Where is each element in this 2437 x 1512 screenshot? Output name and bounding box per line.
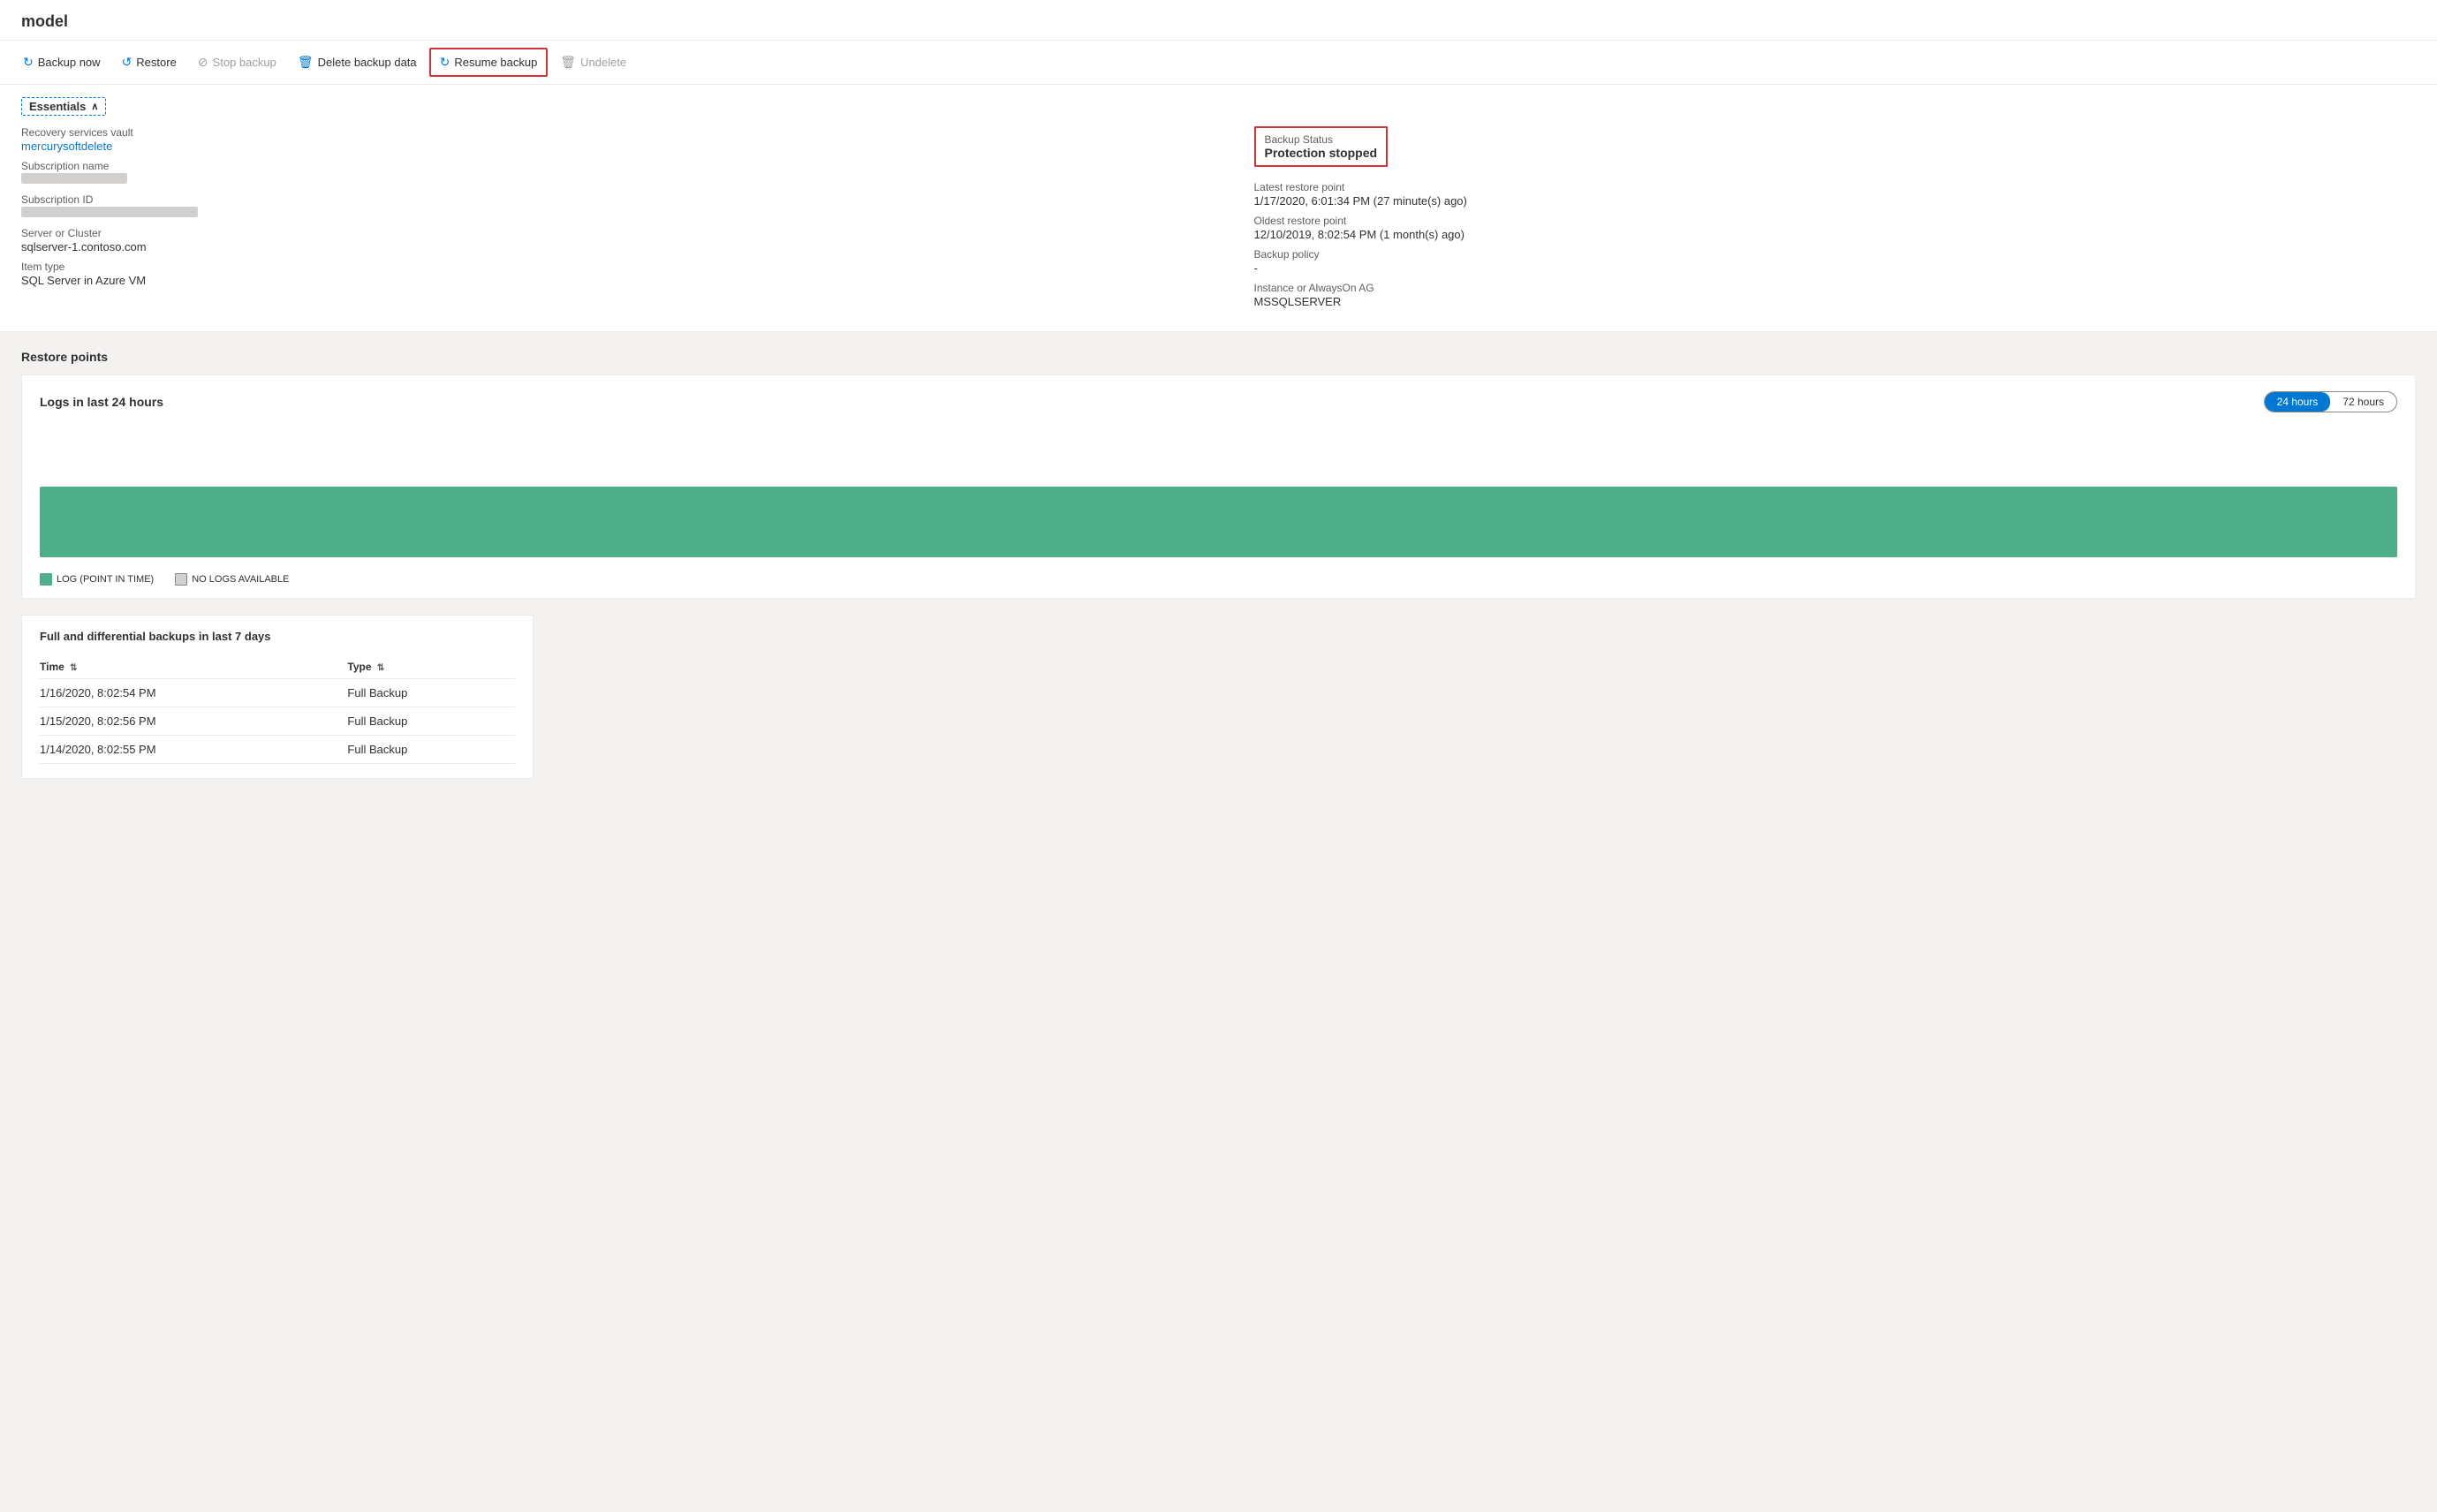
essentials-header: Essentials ∧ bbox=[21, 97, 106, 116]
recovery-services-vault-link[interactable]: mercurysoftdelete bbox=[21, 140, 112, 153]
legend-item-log: LOG (POINT IN TIME) bbox=[40, 573, 154, 586]
sort-type-icon: ⇅ bbox=[377, 663, 384, 673]
restore-button[interactable]: ↺ Restore bbox=[113, 49, 185, 75]
resume-backup-icon: ↻ bbox=[440, 55, 450, 70]
table-title: Full and differential backups in last 7 … bbox=[40, 630, 515, 643]
chart-card: Logs in last 24 hours 24 hours 72 hours … bbox=[21, 374, 2416, 599]
stop-backup-icon: ⊘ bbox=[198, 55, 208, 70]
toolbar: ↻ Backup now ↺ Restore ⊘ Stop backup 🗑 D… bbox=[0, 41, 2437, 85]
sort-time-icon: ⇅ bbox=[70, 663, 77, 673]
legend-color-green bbox=[40, 573, 52, 586]
cell-time: 1/14/2020, 8:02:55 PM bbox=[40, 736, 347, 764]
toggle-24h-button[interactable]: 24 hours bbox=[2265, 392, 2331, 412]
chart-area: Fri 12:00 AM Fri 6:00 AM Fri 12:00 PM Fr… bbox=[40, 487, 2397, 566]
essentials-section: Essentials ∧ Recovery services vault mer… bbox=[0, 85, 2437, 332]
subscription-id-value bbox=[21, 207, 198, 217]
col-time[interactable]: Time ⇅ bbox=[40, 655, 347, 679]
legend-label-log: LOG (POINT IN TIME) bbox=[57, 574, 154, 585]
delete-backup-data-button[interactable]: 🗑 Delete backup data bbox=[289, 49, 426, 75]
subscription-name-field: Subscription name bbox=[21, 160, 1219, 186]
resume-backup-button[interactable]: ↻ Resume backup bbox=[429, 48, 549, 77]
subscription-name-value bbox=[21, 173, 127, 184]
legend-label-no-logs: NO LOGS AVAILABLE bbox=[192, 574, 289, 585]
table-row: 1/14/2020, 8:02:55 PMFull Backup bbox=[40, 736, 515, 764]
chart-legend: LOG (POINT IN TIME) NO LOGS AVAILABLE bbox=[40, 573, 2397, 586]
chevron-up-icon: ∧ bbox=[91, 101, 98, 112]
col-type[interactable]: Type ⇅ bbox=[347, 655, 515, 679]
essentials-left: Recovery services vault mercurysoftdelet… bbox=[21, 126, 1219, 315]
instance-field: Instance or AlwaysOn AG MSSQLSERVER bbox=[1254, 282, 2417, 308]
item-type-field: Item type SQL Server in Azure VM bbox=[21, 261, 1219, 287]
essentials-right: Backup Status Protection stopped Latest … bbox=[1219, 126, 2417, 315]
page-title: model bbox=[0, 0, 2437, 41]
table-card: Full and differential backups in last 7 … bbox=[21, 615, 534, 779]
chart-title: Logs in last 24 hours bbox=[40, 395, 163, 409]
backup-status-field: Backup Status Protection stopped bbox=[1254, 126, 2417, 174]
cell-type: Full Backup bbox=[347, 679, 515, 707]
stop-backup-button[interactable]: ⊘ Stop backup bbox=[189, 49, 285, 75]
subscription-id-field: Subscription ID bbox=[21, 193, 1219, 220]
oldest-restore-field: Oldest restore point 12/10/2019, 8:02:54… bbox=[1254, 215, 2417, 241]
backup-status-box: Backup Status Protection stopped bbox=[1254, 126, 1389, 167]
cell-type: Full Backup bbox=[347, 736, 515, 764]
restore-points-title: Restore points bbox=[21, 350, 2416, 364]
server-cluster-field: Server or Cluster sqlserver-1.contoso.co… bbox=[21, 227, 1219, 253]
backups-table: Time ⇅ Type ⇅ 1/16/2020, 8:02:54 PMFull … bbox=[40, 655, 515, 764]
recovery-services-vault-field: Recovery services vault mercurysoftdelet… bbox=[21, 126, 1219, 153]
restore-icon: ↺ bbox=[122, 55, 132, 70]
time-toggle: 24 hours 72 hours bbox=[2264, 391, 2397, 412]
backup-now-icon: ↻ bbox=[23, 55, 34, 70]
chart-bar bbox=[40, 487, 2397, 557]
cell-type: Full Backup bbox=[347, 707, 515, 736]
backup-policy-field: Backup policy - bbox=[1254, 248, 2417, 275]
legend-item-no-logs: NO LOGS AVAILABLE bbox=[175, 573, 289, 586]
undelete-icon: 🗑 bbox=[560, 55, 576, 70]
backup-now-button[interactable]: ↻ Backup now bbox=[14, 49, 110, 75]
restore-points-section: Restore points Logs in last 24 hours 24 … bbox=[0, 332, 2437, 797]
latest-restore-field: Latest restore point 1/17/2020, 6:01:34 … bbox=[1254, 181, 2417, 208]
table-row: 1/15/2020, 8:02:56 PMFull Backup bbox=[40, 707, 515, 736]
cell-time: 1/15/2020, 8:02:56 PM bbox=[40, 707, 347, 736]
delete-backup-icon: 🗑 bbox=[298, 55, 314, 70]
legend-color-gray bbox=[175, 573, 187, 586]
cell-time: 1/16/2020, 8:02:54 PM bbox=[40, 679, 347, 707]
table-row: 1/16/2020, 8:02:54 PMFull Backup bbox=[40, 679, 515, 707]
toggle-72h-button[interactable]: 72 hours bbox=[2330, 392, 2396, 412]
undelete-button[interactable]: 🗑 Undelete bbox=[551, 49, 635, 75]
chart-header: Logs in last 24 hours 24 hours 72 hours bbox=[40, 391, 2397, 412]
